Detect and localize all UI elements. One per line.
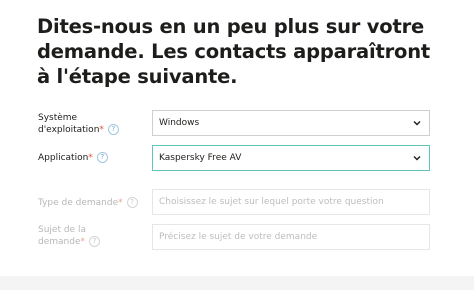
operating-system-select[interactable]: Windows	[152, 110, 430, 136]
chevron-down-icon	[413, 156, 421, 161]
operating-system-label-line1: Système	[38, 113, 78, 123]
request-subject-label-line1: Sujet de la	[38, 225, 86, 235]
request-subject-label-line2: demande	[38, 237, 81, 247]
application-label-line1: Application	[38, 153, 89, 163]
request-subject-label: Sujet de la demande*?	[38, 225, 100, 248]
request-subject-select[interactable]: Précisez le sujet de votre demande	[152, 224, 430, 250]
request-type-label-line1: Type de demande	[38, 198, 119, 208]
required-marker: *	[80, 237, 86, 247]
help-icon[interactable]: ?	[107, 124, 119, 135]
application-value: Kaspersky Free AV	[159, 153, 242, 163]
help-icon[interactable]: ?	[89, 236, 100, 247]
required-marker: *	[88, 153, 93, 163]
help-icon[interactable]: ?	[96, 152, 108, 163]
required-marker: *	[99, 125, 104, 135]
request-subject-placeholder: Précisez le sujet de votre demande	[159, 232, 318, 242]
application-select[interactable]: Kaspersky Free AV	[152, 145, 430, 171]
page-title: Dites-nous en un peu plus sur votre dema…	[37, 15, 430, 88]
application-label: Application*?	[38, 152, 108, 164]
required-marker: *	[118, 198, 123, 208]
request-type-select[interactable]: Choisissez le sujet sur lequel porte vot…	[152, 189, 430, 215]
footer-band	[0, 276, 474, 290]
chevron-down-icon	[413, 121, 421, 126]
request-type-label: Type de demande*?	[38, 197, 138, 209]
help-icon[interactable]: ?	[126, 197, 138, 208]
operating-system-value: Windows	[159, 118, 200, 128]
request-type-placeholder: Choisissez le sujet sur lequel porte vot…	[159, 197, 384, 207]
operating-system-label-line2: d'exploitation	[38, 125, 100, 135]
operating-system-label: Système d'exploitation*?	[38, 113, 119, 136]
